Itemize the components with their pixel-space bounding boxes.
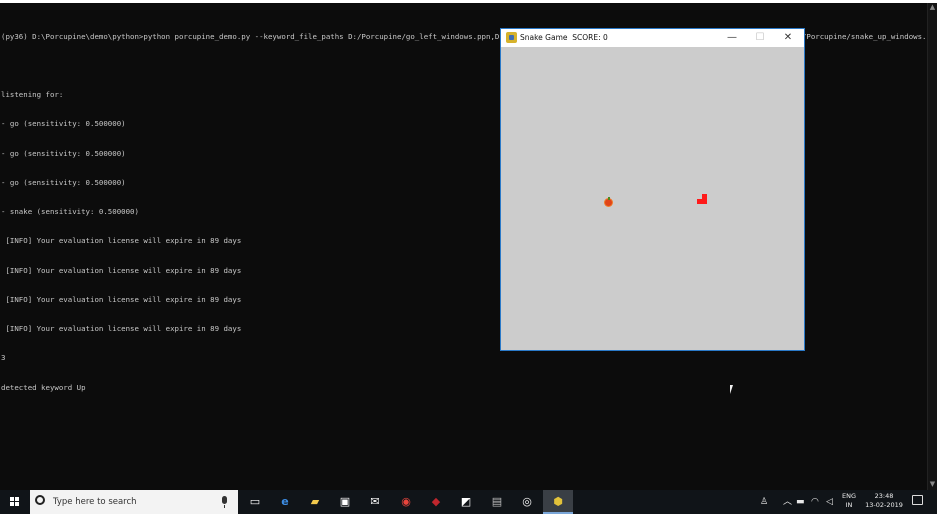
clock-date: 13-02-2019 <box>865 501 903 509</box>
volume-icon[interactable]: ◁ <box>826 495 833 509</box>
edge-icon: e <box>281 495 289 508</box>
mail-icon: ✉ <box>370 495 380 508</box>
taskbar-app-sticky[interactable]: ◩ <box>451 490 481 514</box>
taskbar-app-terminal[interactable]: ▤ <box>482 490 512 514</box>
close-button[interactable]: ✕ <box>774 29 802 47</box>
game-title: Snake Game SCORE: 0 <box>520 33 608 42</box>
notification-icon[interactable] <box>912 495 923 505</box>
python-app-icon: ⬢ <box>553 495 563 508</box>
start-button[interactable] <box>0 490 30 514</box>
taskbar: Type here to search ▭ e ▰ ▣ ✉ ◉ ◆ ◩ ▤ ◎ … <box>0 490 937 514</box>
maximize-button[interactable]: ☐ <box>746 29 774 47</box>
console-scrollbar[interactable] <box>927 3 937 490</box>
people-icon[interactable]: ♙ <box>760 495 768 509</box>
task-view-icon: ▭ <box>249 495 261 508</box>
taskbar-app-store[interactable]: ▣ <box>330 490 360 514</box>
microphone-icon[interactable] <box>222 496 227 508</box>
cortana-icon <box>35 495 45 505</box>
bottom-strip <box>0 514 937 526</box>
game-titlebar[interactable]: Snake Game SCORE: 0 — ☐ ✕ <box>501 29 804 47</box>
minimize-button[interactable]: — <box>718 29 746 47</box>
console-line: detected keyword Up <box>1 382 86 392</box>
scroll-up-icon[interactable]: ▲ <box>929 3 936 11</box>
clock-time: 23:48 <box>874 492 894 500</box>
snake-game-window[interactable]: Snake Game SCORE: 0 — ☐ ✕ <box>500 28 805 351</box>
taskbar-app-task-view[interactable]: ▭ <box>240 490 270 514</box>
taskbar-app-edge[interactable]: e <box>270 490 300 514</box>
taskbar-app-python[interactable]: ⬢ <box>543 490 573 514</box>
taskbar-app-mail[interactable]: ✉ <box>360 490 390 514</box>
system-tray: ♙ ︿ ▬ ◠ ◁ ENG IN 23:48 13-02-2019 <box>756 490 937 514</box>
taskbar-app-chrome[interactable]: ◉ <box>391 490 421 514</box>
sticky-app-icon: ◩ <box>460 495 472 508</box>
wifi-icon[interactable]: ◠ <box>811 495 819 509</box>
windows-logo-icon <box>10 497 14 501</box>
taskbar-app-file-explorer[interactable]: ▰ <box>300 490 330 514</box>
file-explorer-icon: ▰ <box>310 495 320 508</box>
language-indicator[interactable]: ENG IN <box>842 492 856 510</box>
red-app-icon: ◆ <box>431 495 441 508</box>
screen: (py36) D:\Porcupine\demo\python>python p… <box>0 0 937 526</box>
taskbar-app-obs[interactable]: ◎ <box>512 490 542 514</box>
snake-segment <box>702 194 707 204</box>
language-code: ENG <box>842 492 857 500</box>
scroll-down-icon[interactable]: ▼ <box>929 480 936 488</box>
chevron-up-icon[interactable]: ︿ <box>783 495 792 509</box>
game-canvas[interactable] <box>501 47 804 350</box>
taskbar-clock[interactable]: 23:48 13-02-2019 <box>864 492 904 510</box>
food-leaf <box>608 197 610 200</box>
language-region: IN <box>845 501 853 509</box>
search-placeholder: Type here to search <box>53 497 137 507</box>
taskbar-search-box[interactable]: Type here to search <box>30 490 238 514</box>
console-top-edge <box>0 0 937 3</box>
chrome-icon: ◉ <box>401 495 411 508</box>
battery-icon[interactable]: ▬ <box>796 495 805 509</box>
taskbar-app-red[interactable]: ◆ <box>421 490 451 514</box>
store-icon: ▣ <box>339 495 351 508</box>
terminal-icon: ▤ <box>491 495 503 508</box>
console-line: 3 <box>1 353 6 363</box>
food-apple <box>605 199 612 206</box>
mouse-cursor-icon <box>730 385 733 394</box>
python-icon <box>506 32 517 43</box>
obs-icon: ◎ <box>522 495 532 508</box>
